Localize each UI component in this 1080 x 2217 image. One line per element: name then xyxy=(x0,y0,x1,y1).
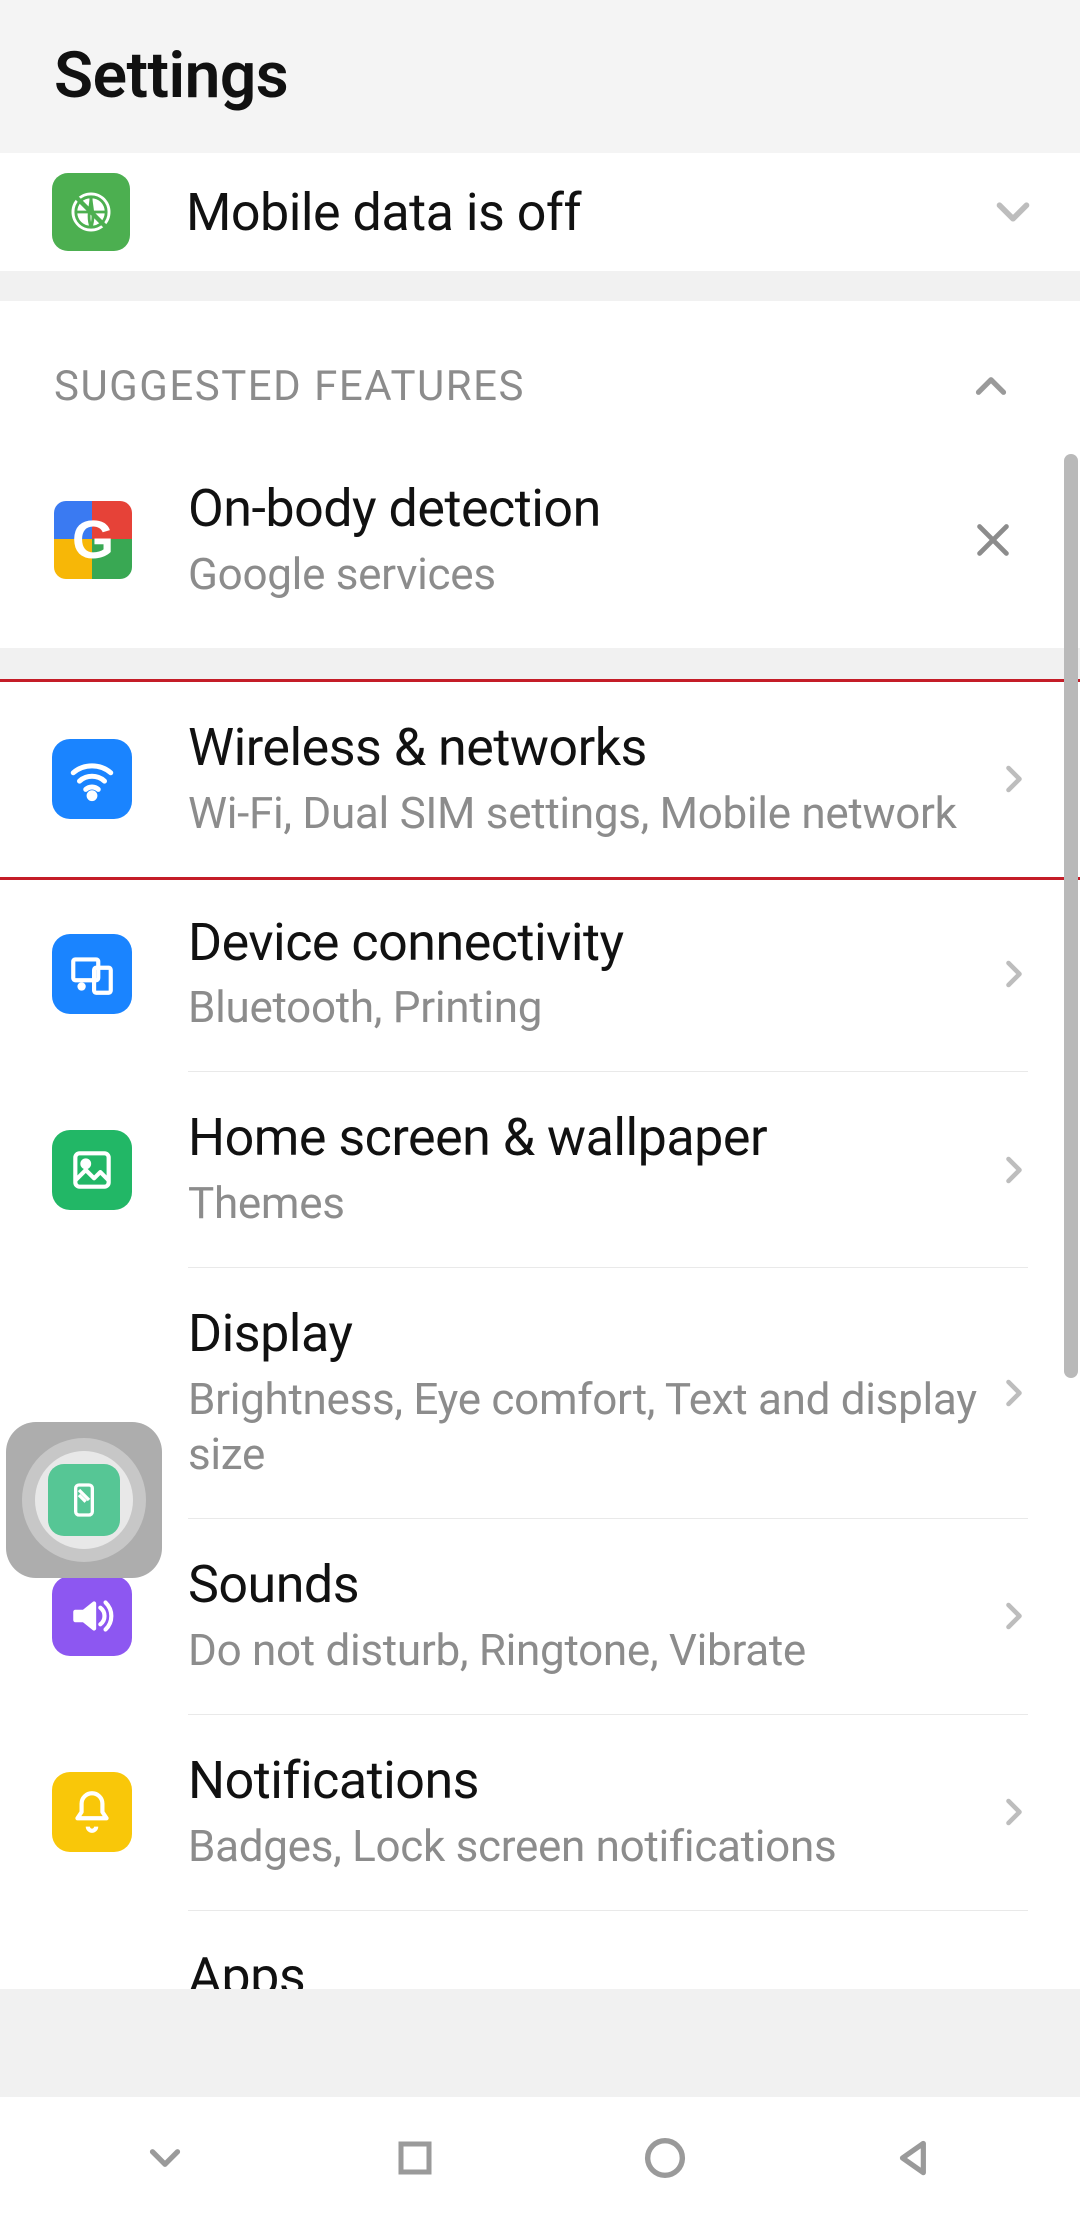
row-home-screen-wallpaper[interactable]: Home screen & wallpaper Themes xyxy=(0,1072,1080,1267)
row-notifications[interactable]: Notifications Badges, Lock screen notifi… xyxy=(0,1715,1080,1910)
row-subtitle: Do not disturb, Ringtone, Vibrate xyxy=(188,1623,992,1678)
phone-icon xyxy=(48,1464,120,1536)
scrollbar[interactable] xyxy=(1064,454,1078,1378)
row-title: Home screen & wallpaper xyxy=(188,1108,992,1168)
row-title: Display xyxy=(188,1304,992,1364)
chevron-right-icon xyxy=(992,1790,1036,1834)
chevron-right-icon xyxy=(992,952,1036,996)
devices-icon xyxy=(52,934,132,1014)
chevron-up-icon[interactable] xyxy=(956,351,1026,421)
bell-icon xyxy=(52,1772,132,1852)
row-display[interactable]: Display Brightness, Eye comfort, Text an… xyxy=(0,1268,1080,1518)
chevron-right-icon xyxy=(992,1148,1036,1192)
google-icon: G xyxy=(54,501,132,579)
chevron-right-icon xyxy=(992,757,1036,801)
wifi-icon xyxy=(52,739,132,819)
row-subtitle: Brightness, Eye comfort, Text and displa… xyxy=(188,1372,992,1482)
row-wireless-networks[interactable]: Wireless & networks Wi-Fi, Dual SIM sett… xyxy=(0,679,1080,880)
nav-home-icon[interactable] xyxy=(615,2132,715,2184)
row-subtitle: Wi-Fi, Dual SIM settings, Mobile network xyxy=(188,786,992,841)
row-sounds[interactable]: Sounds Do not disturb, Ringtone, Vibrate xyxy=(0,1519,1080,1714)
wallpaper-icon xyxy=(52,1130,132,1210)
settings-list: Wireless & networks Wi-Fi, Dual SIM sett… xyxy=(0,679,1080,1989)
nav-recents-icon[interactable] xyxy=(365,2134,465,2182)
floating-assistive-button[interactable] xyxy=(6,1422,162,1578)
suggested-features-section: SUGGESTED FEATURES G On-body detection G… xyxy=(0,301,1080,648)
header: Settings xyxy=(0,0,1080,153)
mobile-data-status-label: Mobile data is off xyxy=(186,182,986,243)
chevron-down-icon[interactable] xyxy=(986,185,1040,239)
row-title: Notifications xyxy=(188,1751,992,1811)
row-subtitle: Badges, Lock screen notifications xyxy=(188,1819,992,1874)
row-title: Wireless & networks xyxy=(188,718,992,778)
mobile-data-off-icon xyxy=(52,173,130,251)
row-title: Device connectivity xyxy=(188,913,992,973)
page-title: Settings xyxy=(54,38,1026,113)
row-title: Apps xyxy=(188,1947,1036,1989)
row-device-connectivity[interactable]: Device connectivity Bluetooth, Printing xyxy=(0,877,1080,1072)
row-title: Sounds xyxy=(188,1555,992,1615)
suggested-on-body-detection[interactable]: G On-body detection Google services xyxy=(0,461,1080,648)
suggested-subtitle: Google services xyxy=(188,547,960,602)
row-subtitle: Bluetooth, Printing xyxy=(188,980,992,1035)
close-icon[interactable] xyxy=(960,507,1026,573)
chevron-right-icon xyxy=(992,1594,1036,1638)
row-apps[interactable]: Apps xyxy=(0,1911,1080,1989)
suggested-features-label: SUGGESTED FEATURES xyxy=(54,362,956,411)
row-subtitle: Themes xyxy=(188,1176,992,1231)
mobile-data-status-row[interactable]: Mobile data is off xyxy=(0,153,1080,271)
nav-back-icon[interactable] xyxy=(865,2133,965,2183)
navigation-bar xyxy=(0,2097,1080,2217)
sound-icon xyxy=(52,1576,132,1656)
suggested-title: On-body detection xyxy=(188,479,960,539)
chevron-right-icon xyxy=(992,1371,1036,1415)
nav-keyboard-down-icon[interactable] xyxy=(115,2133,215,2183)
